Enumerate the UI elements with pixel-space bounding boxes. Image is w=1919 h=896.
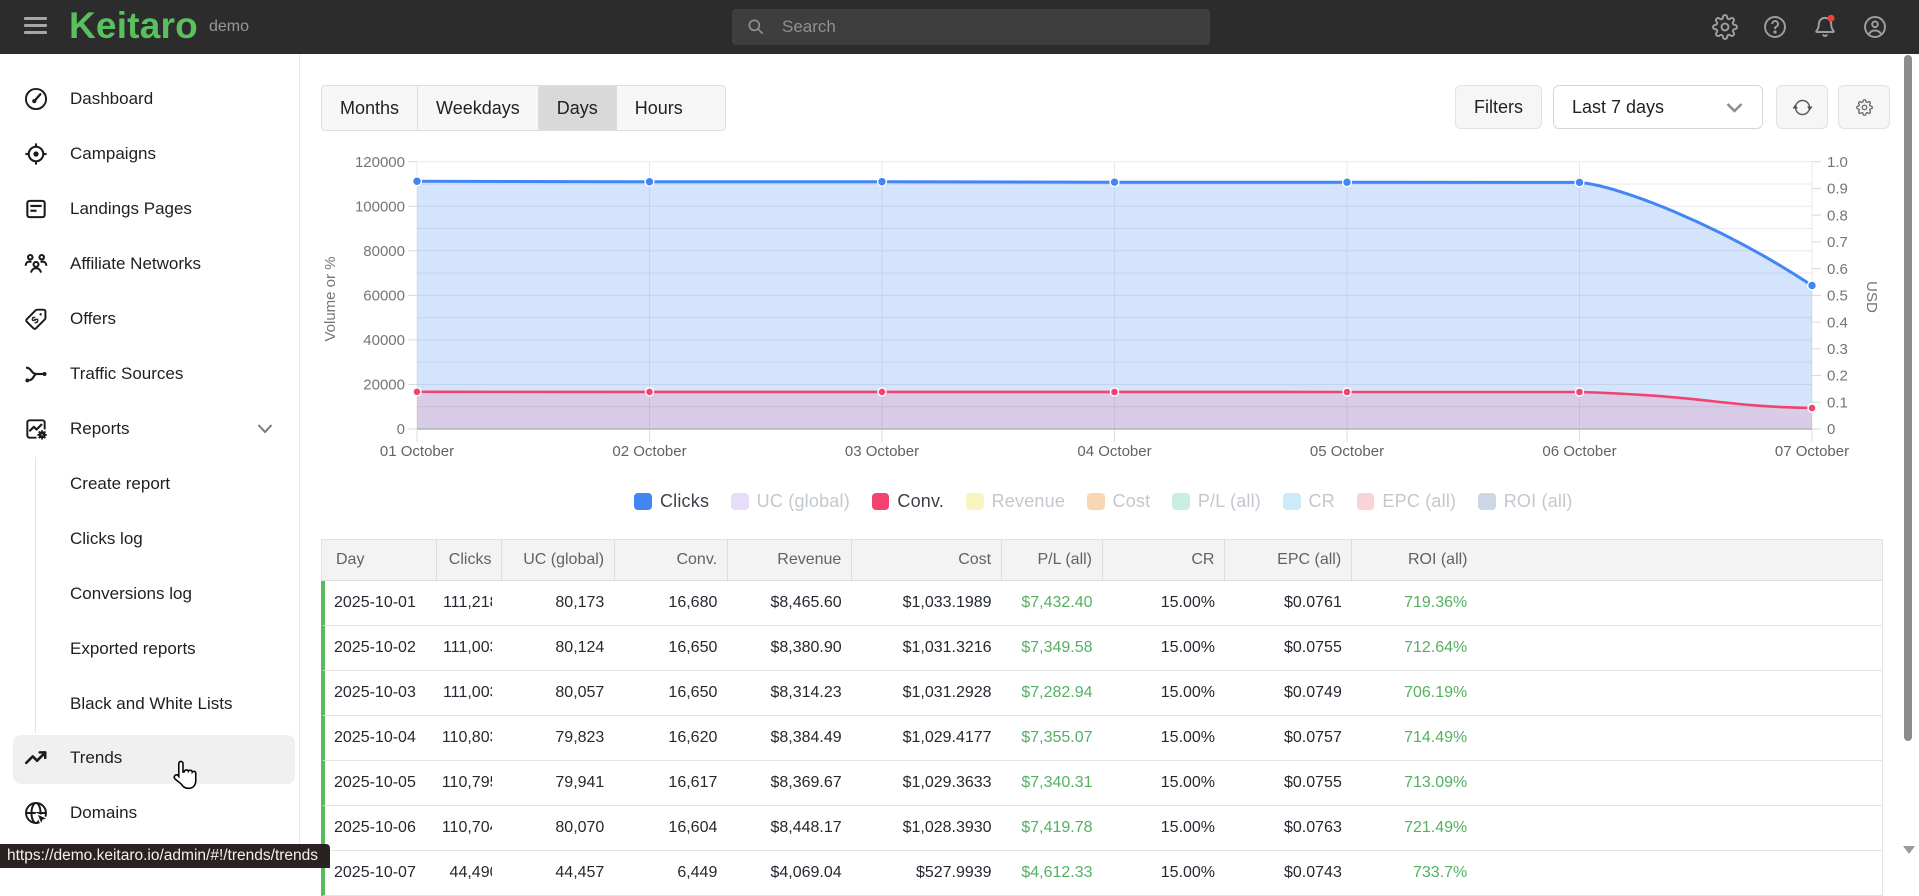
- svg-text:04 October: 04 October: [1077, 443, 1151, 460]
- svg-text:06 October: 06 October: [1542, 443, 1616, 460]
- svg-text:0.5: 0.5: [1827, 288, 1848, 305]
- svg-text:120000: 120000: [355, 154, 405, 171]
- svg-text:80000: 80000: [363, 243, 405, 260]
- svg-text:Volume or %: Volume or %: [322, 256, 339, 341]
- svg-text:0.7: 0.7: [1827, 234, 1848, 251]
- svg-text:1.0: 1.0: [1827, 154, 1848, 171]
- svg-text:USD: USD: [1863, 281, 1880, 313]
- svg-text:100000: 100000: [355, 198, 405, 215]
- svg-text:03 October: 03 October: [845, 443, 919, 460]
- svg-text:0: 0: [397, 421, 405, 438]
- svg-text:0.3: 0.3: [1827, 341, 1848, 358]
- svg-text:0.1: 0.1: [1827, 394, 1848, 411]
- svg-text:0.8: 0.8: [1827, 207, 1848, 224]
- svg-text:40000: 40000: [363, 332, 405, 349]
- svg-text:0.9: 0.9: [1827, 181, 1848, 198]
- svg-text:0.2: 0.2: [1827, 368, 1848, 385]
- svg-text:0.4: 0.4: [1827, 314, 1848, 331]
- svg-text:05 October: 05 October: [1310, 443, 1384, 460]
- svg-text:0: 0: [1827, 421, 1835, 438]
- svg-text:02 October: 02 October: [612, 443, 686, 460]
- svg-text:01 October: 01 October: [380, 443, 454, 460]
- svg-text:20000: 20000: [363, 377, 405, 394]
- svg-text:60000: 60000: [363, 288, 405, 305]
- svg-text:0.6: 0.6: [1827, 261, 1848, 278]
- svg-text:07 October: 07 October: [1775, 443, 1849, 460]
